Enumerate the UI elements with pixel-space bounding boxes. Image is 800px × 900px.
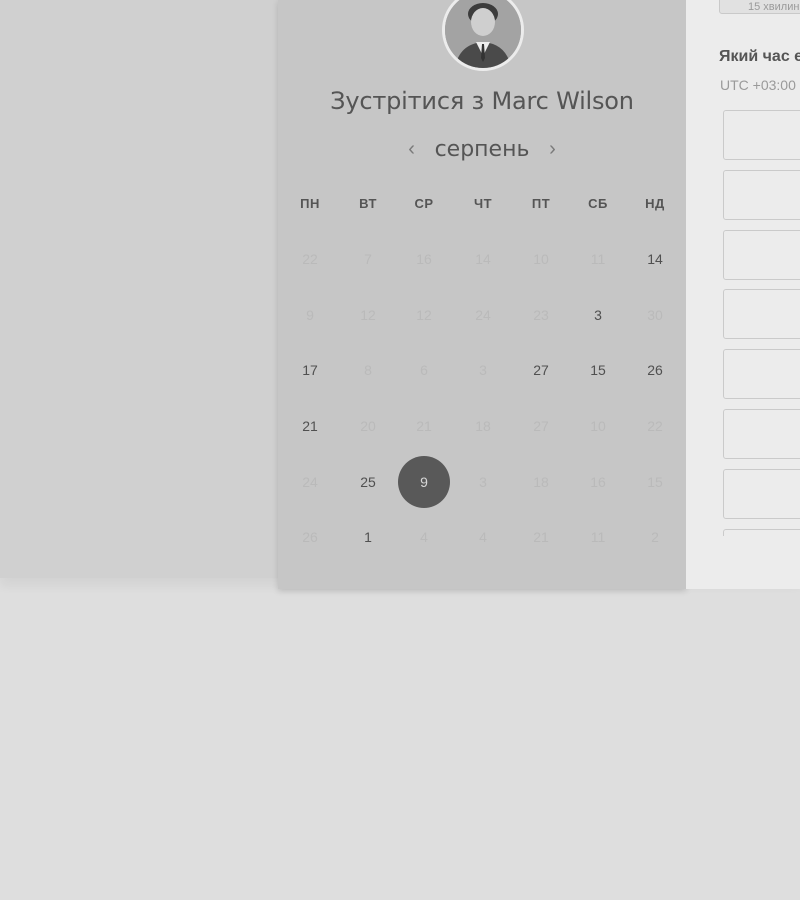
timezone-label[interactable]: UTC +03:00 <box>720 77 796 93</box>
host-name: Marc Wilson <box>491 87 634 115</box>
time-slot-list <box>723 110 800 536</box>
calendar-day: 24 <box>302 474 318 490</box>
time-question-heading: Який час е <box>719 48 800 65</box>
chevron-right-icon[interactable]: › <box>539 135 565 163</box>
calendar-day: 15 <box>647 474 663 490</box>
chevron-left-icon[interactable]: ‹ <box>399 135 425 163</box>
calendar-day: 3 <box>479 362 487 378</box>
calendar-day: 14 <box>475 251 491 267</box>
calendar-day: 24 <box>475 307 491 323</box>
calendar-day[interactable]: 15 <box>572 344 624 396</box>
left-area <box>0 0 278 578</box>
calendar-day: 4 <box>479 529 487 545</box>
calendar-day: 3 <box>479 474 487 490</box>
calendar-day: 23 <box>533 307 549 323</box>
calendar-day-selected[interactable]: 9 <box>398 456 450 508</box>
duration-button[interactable]: 15 хвилин <box>719 0 800 14</box>
calendar-day: 21 <box>533 529 549 545</box>
weekday-label: ВТ <box>359 196 377 211</box>
calendar-day: 22 <box>647 418 663 434</box>
calendar-day: 21 <box>416 418 432 434</box>
calendar-day: 10 <box>590 418 606 434</box>
time-slot-button[interactable] <box>723 349 800 400</box>
time-slot-button[interactable] <box>723 528 800 536</box>
calendar-day[interactable]: 1 <box>342 511 394 563</box>
calendar-day: 9 <box>306 307 314 323</box>
calendar-day: 16 <box>590 474 606 490</box>
meeting-title-prefix: Зустрітися з <box>330 87 485 115</box>
calendar-day: 27 <box>533 418 549 434</box>
calendar-day: 11 <box>590 251 606 267</box>
avatar-photo-icon <box>445 0 521 68</box>
weekday-label: ПТ <box>531 196 551 211</box>
calendar-day: 12 <box>416 307 432 323</box>
time-slot-button[interactable] <box>723 110 800 160</box>
meeting-title: Зустрітися з Marc Wilson <box>278 87 686 115</box>
weekday-label: ЧТ <box>473 196 493 211</box>
calendar-day[interactable]: 25 <box>342 456 394 508</box>
time-slot-button[interactable] <box>723 409 800 459</box>
month-label: серпень <box>434 136 530 162</box>
calendar-day[interactable]: 14 <box>629 233 681 285</box>
calendar-day: 6 <box>420 362 428 378</box>
calendar-panel: Зустрітися з Marc Wilson ‹ серпень › ПН В… <box>278 0 686 589</box>
time-slot-button[interactable] <box>723 289 800 340</box>
calendar-day[interactable]: 26 <box>629 344 681 396</box>
calendar-day: 4 <box>420 529 428 545</box>
calendar-day: 18 <box>533 474 549 490</box>
calendar-day: 8 <box>364 362 372 378</box>
time-slot-button[interactable] <box>723 169 800 220</box>
time-slot-button[interactable] <box>723 468 800 519</box>
calendar-day: 7 <box>364 251 372 267</box>
calendar-day: 11 <box>590 529 606 545</box>
calendar-day: 10 <box>533 251 549 267</box>
weekday-label: СБ <box>588 196 608 211</box>
calendar-day[interactable]: 21 <box>284 400 336 452</box>
time-selection-panel: 15 хвилин Який час е UTC +03:00 <box>686 0 800 589</box>
calendar-day: 22 <box>302 251 318 267</box>
host-avatar <box>442 0 524 71</box>
month-navigation: ‹ серпень › <box>278 134 686 164</box>
calendar-day: 26 <box>302 529 318 545</box>
calendar-day[interactable]: 17 <box>284 344 336 396</box>
weekday-label: НД <box>645 196 665 211</box>
calendar-day: 18 <box>475 418 491 434</box>
calendar-day: 16 <box>416 251 432 267</box>
calendar-day[interactable]: 3 <box>572 289 624 341</box>
weekday-label: СР <box>414 196 434 211</box>
calendar-day: 2 <box>651 529 659 545</box>
calendar-day: 20 <box>360 418 376 434</box>
calendar-day: 30 <box>647 307 663 323</box>
calendar-day[interactable]: 27 <box>515 344 567 396</box>
time-slot-button[interactable] <box>723 229 800 280</box>
weekday-label: ПН <box>300 196 320 211</box>
calendar-day: 12 <box>360 307 376 323</box>
